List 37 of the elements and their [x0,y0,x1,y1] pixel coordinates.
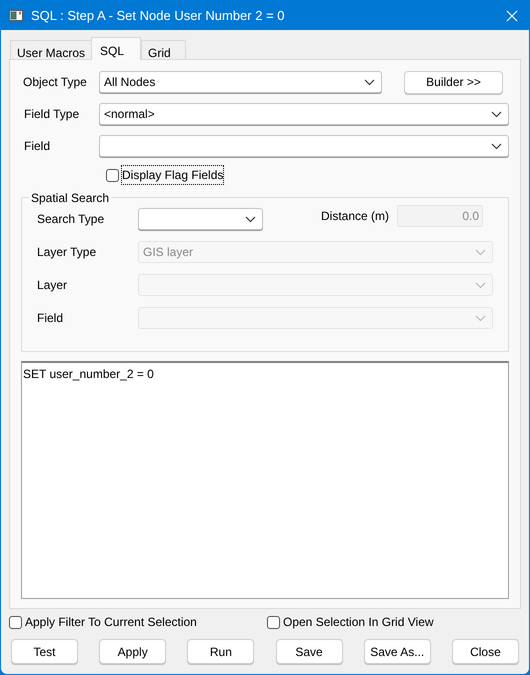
checkbox[interactable]: Apply Filter To Current Selection [9,613,267,631]
field-label: Object Type [22,74,88,91]
dialog-button[interactable]: Run [187,639,254,664]
field-label: Field Type [23,106,80,123]
dialog-button[interactable]: Test [11,639,78,664]
tab[interactable]: Grid [141,40,186,60]
dropdown[interactable]: All Nodes [99,71,382,93]
dropdown[interactable]: <normal> [99,103,509,125]
dialog-button[interactable]: Save [276,639,343,664]
dialog-button[interactable]: Close [452,639,519,664]
window-icon [9,10,23,21]
field-label: Field [23,138,52,155]
close-icon[interactable] [506,10,518,22]
checkbox[interactable]: Display Flag Fields [106,166,224,184]
chevron-down-icon [245,216,256,222]
sql-text: SET user_number_2 = 0 [23,367,154,381]
chevron-down-icon [491,110,502,118]
tab[interactable]: User Macros [10,40,92,60]
dialog-button[interactable]: Save As... [364,639,431,664]
chevron-down-icon [475,282,486,288]
dialog-button[interactable]: Apply [99,639,166,664]
sql-editor[interactable]: SET user_number_2 = 0 [21,361,509,599]
field-label: Field [37,310,64,327]
field-label: Search Type [37,211,106,228]
chevron-down-icon [475,248,486,256]
field-label: Distance (m) [321,208,390,224]
chevron-down-icon [364,78,375,86]
window-title: SQL : Step A - Set Node User Number 2 = 0 [31,6,286,25]
field-label: Layer [37,277,68,294]
checkbox[interactable]: Open Selection In Grid View [267,613,434,631]
chevron-down-icon [475,314,486,322]
dropdown[interactable] [138,208,263,230]
chevron-down-icon [491,142,502,150]
dropdown[interactable] [99,135,509,157]
field-label: Layer Type [37,244,98,261]
tab[interactable]: SQL [91,37,142,60]
builder-button[interactable]: Builder >> [404,70,503,94]
